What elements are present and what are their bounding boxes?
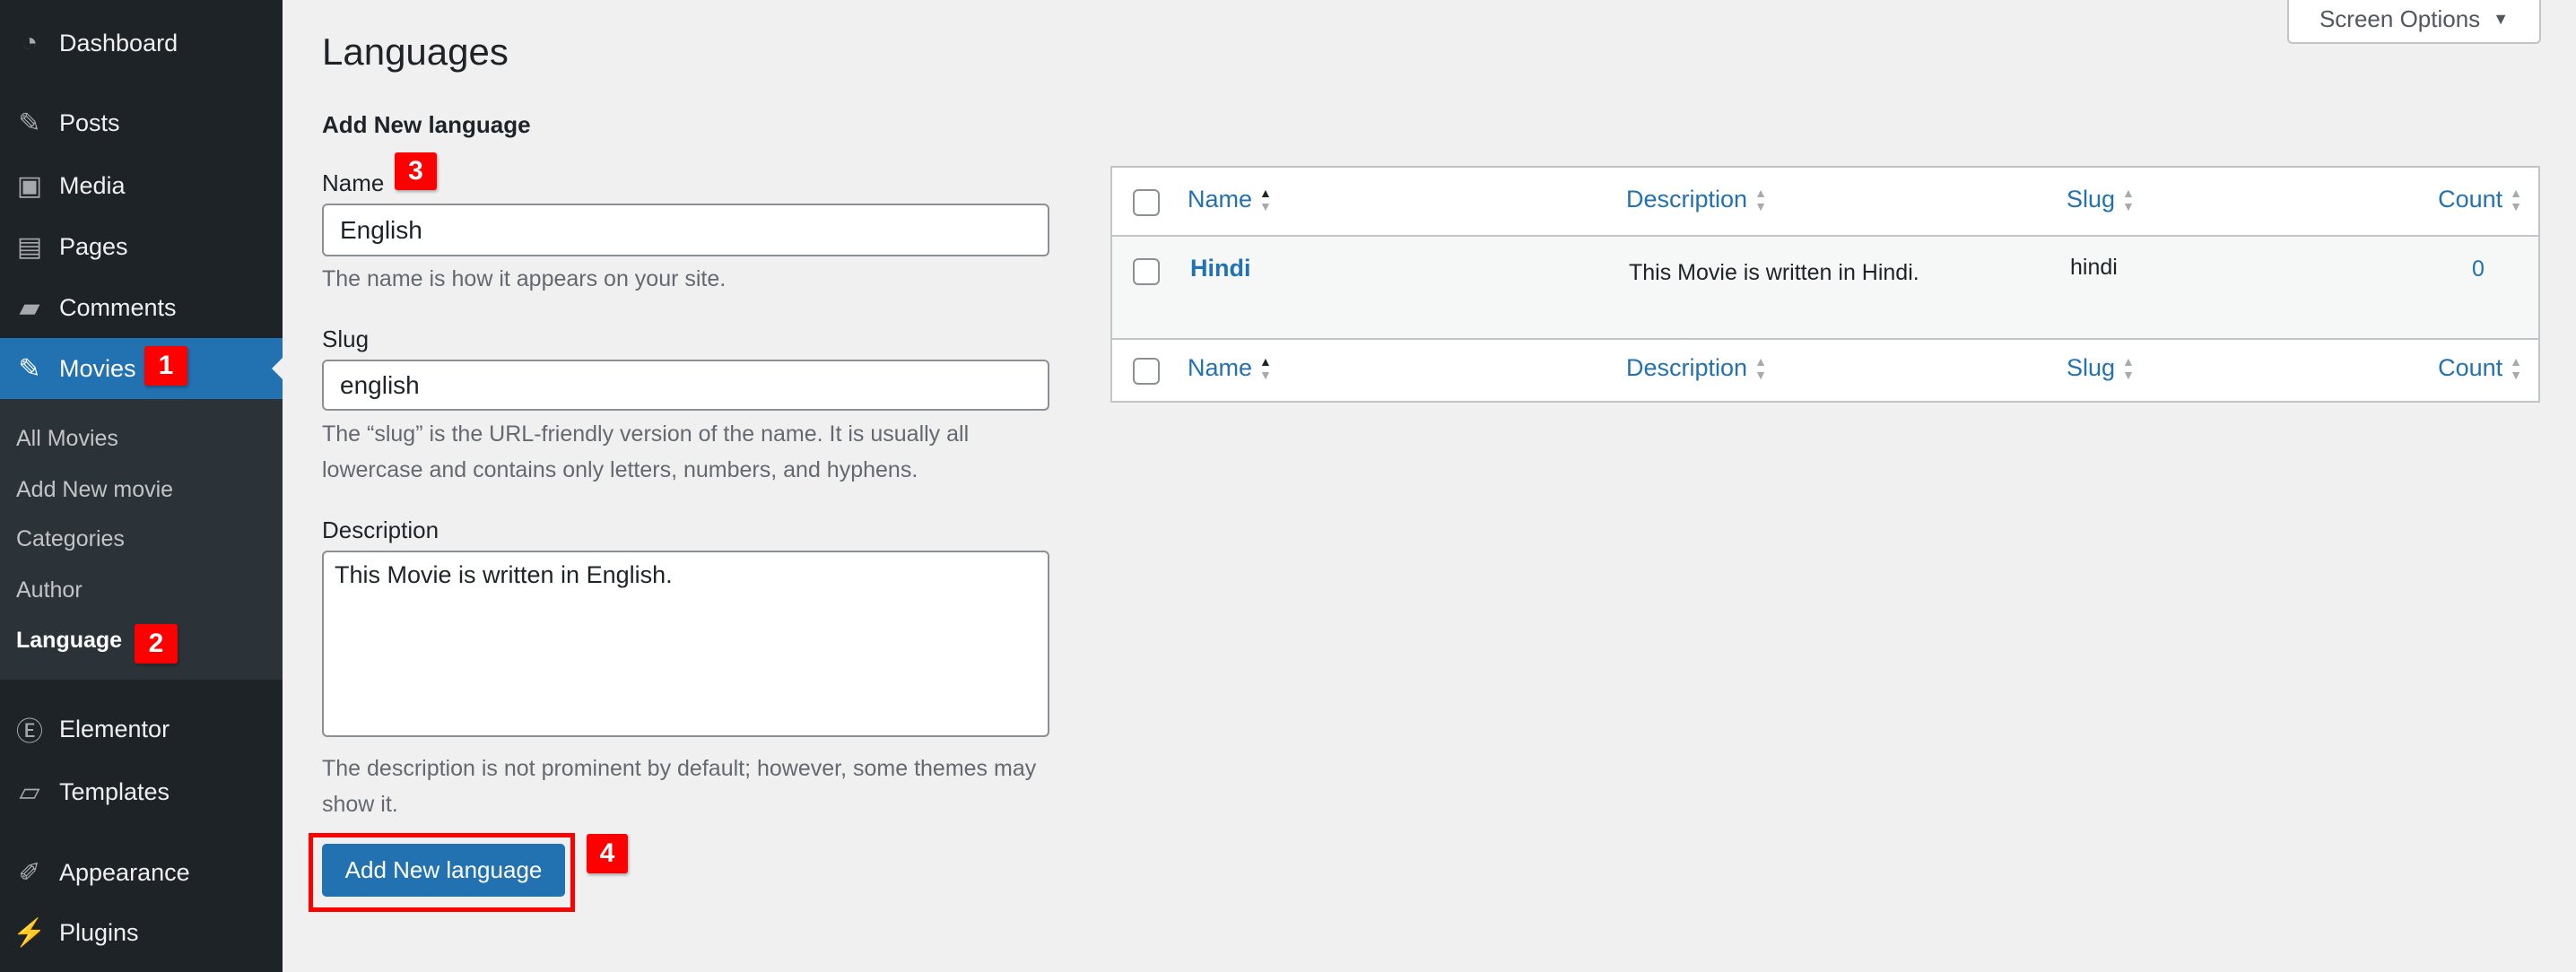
dashboard-icon: ◔ [21,28,39,57]
description-textarea[interactable]: This Movie is written in English. [322,551,1049,737]
column-label: Description [1626,186,1748,213]
menu-posts[interactable]: ✎ Posts [0,92,283,153]
menu-label: Plugins [59,918,139,946]
annotation-badge-2: 2 [135,624,178,664]
slug-help: The “slug” is the URL-friendly version o… [322,421,970,482]
menu-elementor[interactable]: Ⓔ Elementor [0,699,283,759]
column-count[interactable]: Count ▲ ▼ [2438,354,2522,382]
submenu-author[interactable]: Author [16,577,83,603]
sort-icon: ▲ ▼ [1754,185,1767,213]
column-description[interactable]: Description ▲ ▼ [1626,186,1767,213]
column-label: Description [1626,354,1748,381]
name-label: Name [322,169,385,196]
column-label: Slug [2067,186,2116,213]
folder-icon: ▱ [19,777,40,807]
name-input[interactable]: English [322,204,1049,256]
column-label: Count [2438,186,2503,213]
select-all-checkbox[interactable] [1133,358,1160,385]
slug-label: Slug [322,325,370,352]
submenu-language[interactable]: Language [16,628,122,654]
sort-icon: ▲ ▼ [2510,353,2522,382]
menu-label: Dashboard [59,29,178,56]
sort-icon: ▲ ▼ [2122,185,2135,213]
table-header: Name ▲ ▼ Description ▲ ▼ Slug ▲ ▼ Count ▲ ▼ [1112,168,2538,237]
menu-pages[interactable]: ▤ Pages [0,216,283,277]
add-new-language-button[interactable]: Add New language [322,844,565,897]
table-footer: Name ▲ ▼ Description ▲ ▼ Slug ▲ ▼ Count ▲ ▼ [1112,340,2538,403]
elementor-icon: Ⓔ [16,717,43,747]
annotation-badge-4: 4 [587,834,628,873]
submenu-add-new-movie[interactable]: Add New movie [16,477,173,503]
sort-icon: ▲ ▼ [2122,353,2135,382]
screen-options-button[interactable]: Screen Options ▼ [2287,0,2541,44]
menu-appearance[interactable]: ✐ Appearance [0,842,283,903]
sort-icon: ▲ ▼ [1259,353,1272,382]
column-name[interactable]: Name ▲ ▼ [1188,354,1272,382]
select-all-checkbox[interactable] [1133,189,1160,216]
row-name-link[interactable]: Hindi [1190,255,1251,282]
menu-label: Media [59,171,126,199]
menu-comments[interactable]: ▰ Comments [0,277,283,338]
menu-plugins[interactable]: ⚡ Plugins [0,902,283,963]
name-help: The name is how it appears on your site. [322,266,727,291]
table-row: Hindi This Movie is written in Hindi. hi… [1112,237,2538,340]
row-count-link[interactable]: 0 [2472,256,2485,282]
column-description[interactable]: Description ▲ ▼ [1626,354,1767,382]
menu-dashboard[interactable]: ◔ Dashboard [0,13,283,74]
brush-icon: ✐ [18,857,41,888]
column-label: Name [1188,354,1253,381]
menu-label: Pages [59,232,128,260]
column-slug[interactable]: Slug ▲ ▼ [2067,186,2135,213]
menu-media[interactable]: ▣ Media [0,155,283,216]
column-label: Slug [2067,354,2116,381]
column-label: Count [2438,354,2503,381]
submenu-categories[interactable]: Categories [16,526,125,552]
description-help: The description is not prominent by defa… [322,756,1037,817]
media-icon: ▣ [16,170,43,201]
slug-input[interactable]: english [322,360,1049,411]
menu-label: Movies [59,354,136,382]
column-slug[interactable]: Slug ▲ ▼ [2067,354,2135,382]
form-heading: Add New language [322,111,531,138]
sort-icon: ▲ ▼ [1754,353,1767,382]
row-description: This Movie is written in Hindi. [1629,260,1919,285]
pin-icon: ✎ [18,108,41,138]
submenu-all-movies[interactable]: All Movies [16,426,118,452]
caret-down-icon: ▼ [2493,10,2510,28]
menu-label: Posts [59,108,120,136]
column-name[interactable]: Name ▲ ▼ [1188,186,1272,213]
column-count[interactable]: Count ▲ ▼ [2438,186,2522,213]
sort-icon: ▲ ▼ [1259,185,1272,213]
description-label: Description [322,516,439,543]
row-slug: hindi [2070,255,2118,280]
sort-icon: ▲ ▼ [2510,185,2522,213]
menu-templates[interactable]: ▱ Templates [0,761,283,822]
annotation-badge-3: 3 [395,152,437,190]
comment-icon: ▰ [19,292,40,323]
menu-label: Comments [59,293,177,321]
admin-sidebar: ◔ Dashboard ✎ Posts ▣ Media ▤ Pages ▰ Comment… [0,0,283,972]
page-title: Languages [322,30,509,73]
languages-table: Name ▲ ▼ Description ▲ ▼ Slug ▲ ▼ Count ▲ ▼ Hind… [1110,166,2540,403]
row-checkbox[interactable] [1133,258,1160,285]
pin-icon: ✎ [18,353,41,384]
plug-icon: ⚡ [13,917,47,948]
menu-label: Appearance [59,858,190,886]
column-label: Name [1188,186,1253,213]
menu-movies[interactable]: ✎ Movies [0,338,283,399]
screen-options-label: Screen Options [2319,5,2481,32]
menu-label: Templates [59,777,170,805]
annotation-badge-1: 1 [144,346,187,386]
pages-icon: ▤ [16,231,43,262]
menu-label: Elementor [59,715,170,742]
